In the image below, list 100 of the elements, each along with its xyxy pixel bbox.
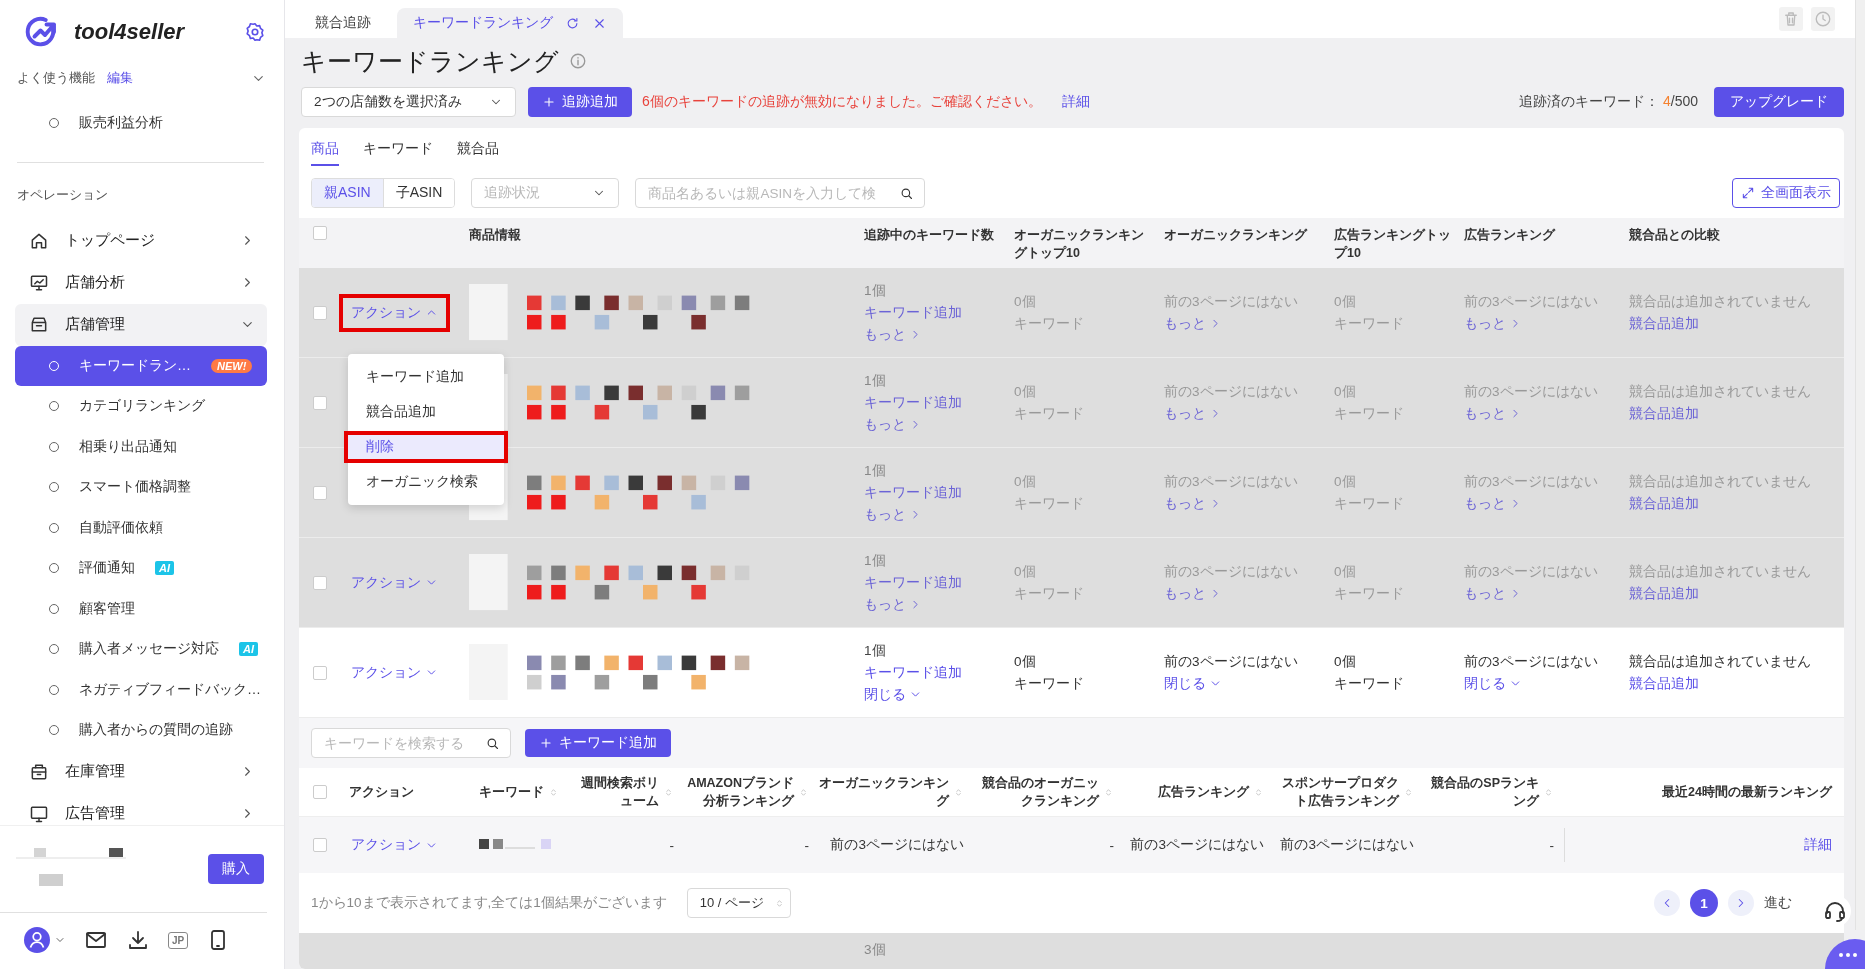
add-keyword-link[interactable]: キーワード追加 [864, 393, 962, 412]
checkbox[interactable] [313, 226, 327, 240]
checkbox[interactable] [313, 785, 327, 799]
clock-icon[interactable] [1811, 7, 1835, 31]
add-competitor-link[interactable]: 競合品追加 [1629, 404, 1699, 423]
detail-link[interactable]: 詳細 [1804, 836, 1832, 854]
toggle-link[interactable]: 閉じる [1464, 674, 1522, 693]
toggle-link[interactable]: もっと [1164, 314, 1222, 333]
sidebar-item[interactable]: 顧客管理 [15, 588, 267, 629]
chat-icon[interactable] [1825, 939, 1865, 969]
toggle-link[interactable]: 閉じる [864, 685, 922, 704]
search-field[interactable]: キーワードを検索する [311, 728, 511, 758]
tab[interactable]: 競合追跡 [299, 8, 387, 38]
sidebar-item[interactable]: キーワードラン… NEW! [15, 345, 267, 386]
ranking-count: 0個 [1014, 382, 1036, 401]
previous-page-button[interactable] [1654, 890, 1680, 916]
detail-link[interactable]: 詳細 [1061, 93, 1090, 111]
page-size-select[interactable]: 10 / ページ [686, 888, 791, 918]
toggle-link[interactable]: もっと [1164, 404, 1222, 423]
language-button[interactable]: JP [168, 931, 189, 949]
add-keyword-link[interactable]: キーワード追加 [864, 573, 962, 592]
tab[interactable]: 競合品 [457, 138, 499, 166]
sidebar-item[interactable]: 店舗分析 [15, 261, 267, 304]
toggle-link[interactable]: もっと [1464, 314, 1522, 333]
add-competitor-link[interactable]: 競合品追加 [1629, 674, 1699, 693]
toggle-option[interactable]: 子ASIN [382, 179, 455, 207]
sidebar-item[interactable]: 在庫管理 [15, 750, 267, 793]
column-header: 広告ランキング [1464, 226, 1555, 244]
menu-item[interactable]: 削除 [344, 430, 508, 463]
checkbox[interactable] [313, 485, 327, 500]
checkbox[interactable] [313, 838, 327, 852]
download-icon[interactable] [126, 928, 150, 952]
add-keyword-link[interactable]: キーワード追加 [864, 663, 962, 682]
sidebar-item[interactable]: 相乗り出品通知 [15, 426, 267, 467]
action-button[interactable]: アクション [339, 293, 450, 332]
sidebar-item[interactable]: 販売利益分析 [15, 103, 267, 144]
toggle-link[interactable]: もっと [864, 595, 922, 614]
next-page-button[interactable] [1728, 890, 1754, 916]
column-header: 競合品のオーガニックランキング [981, 774, 1099, 810]
scroll-bar[interactable] [1855, 0, 1865, 930]
upgrade-button[interactable]: アップグレード [1714, 87, 1844, 117]
toggle-link[interactable]: もっと [1164, 494, 1222, 513]
column-header: 最近24時間の最新ランキング [1662, 783, 1832, 801]
checkbox[interactable] [313, 575, 327, 590]
ranking-count: 0個 [1334, 562, 1356, 581]
ranking-count: 0個 [1334, 292, 1356, 311]
search-field[interactable]: 商品名あるいは親ASINを入力して検 [635, 178, 926, 208]
toggle-link[interactable]: もっと [864, 415, 922, 434]
toggle-link[interactable]: もっと [864, 325, 922, 344]
sidebar-item[interactable]: 自動評価依頼 [15, 507, 267, 548]
add-competitor-link[interactable]: 競合品追加 [1629, 494, 1699, 513]
sidebar-item[interactable]: 購入者メッセージ対応 AI [15, 629, 267, 670]
menu-item[interactable]: オーガニック検索 [344, 465, 508, 498]
column-header: オーガニックランキング [819, 774, 949, 810]
toggle-link[interactable]: もっと [1164, 584, 1222, 603]
sidebar-item[interactable]: カテゴリランキング [15, 386, 267, 427]
action-button[interactable]: アクション [339, 653, 450, 692]
sidebar-item[interactable]: 広告管理 [15, 792, 267, 825]
sidebar-item[interactable]: 店舗管理 [15, 303, 267, 346]
store-select[interactable]: 2つの店舗数を選択済み [301, 87, 516, 117]
ranking-count: 0個 [1334, 382, 1356, 401]
add-keyword-link[interactable]: キーワード追加 [864, 303, 962, 322]
checkbox[interactable] [313, 665, 327, 680]
refresh-icon[interactable] [565, 15, 580, 31]
toggle-option[interactable]: 親ASIN [312, 179, 383, 207]
add-competitor-link[interactable]: 競合品追加 [1629, 314, 1699, 333]
menu-item[interactable]: キーワード追加 [344, 360, 508, 393]
toggle-link[interactable]: もっと [864, 505, 922, 524]
competitor-status: 競合品は追加されていません [1629, 562, 1811, 581]
sidebar-item[interactable]: トップページ [15, 219, 267, 262]
toggle-link[interactable]: 閉じる [1164, 674, 1222, 693]
tab[interactable]: 商品 [311, 138, 339, 166]
toggle-link[interactable]: もっと [1464, 584, 1522, 603]
add-keyword-link[interactable]: キーワード追加 [864, 483, 962, 502]
sidebar-item[interactable]: ネガティブフィードバック… [15, 669, 267, 710]
tab[interactable]: キーワードランキング [397, 8, 623, 38]
keyword-count: 1個 [864, 641, 886, 660]
edit-link[interactable]: 編集 [107, 70, 239, 87]
menu-item[interactable]: 競合品追加 [344, 395, 508, 428]
checkbox[interactable] [313, 395, 327, 410]
trash-icon[interactable] [1779, 7, 1803, 31]
avatar-icon[interactable] [24, 927, 50, 953]
column-header: 広告ランキングトップ10 [1334, 226, 1452, 263]
add-keyword-button[interactable]: キーワード追加 [525, 729, 671, 757]
toggle-link[interactable]: もっと [1464, 404, 1522, 423]
sidebar-item[interactable]: スマート価格調整 [15, 467, 267, 508]
page-button[interactable]: 1 [1690, 889, 1718, 917]
add-tracking-button[interactable]: 追跡追加 [528, 87, 632, 117]
purchase-button[interactable]: 購入 [208, 854, 264, 884]
settings-icon[interactable] [244, 21, 266, 43]
sidebar-item[interactable]: 購入者からの質問の追跡 [15, 710, 267, 751]
checkbox[interactable] [313, 305, 327, 320]
tab[interactable]: キーワード [363, 138, 433, 166]
action-button[interactable]: アクション [339, 563, 450, 602]
action-button[interactable]: アクション [339, 826, 450, 864]
sidebar-item[interactable]: 評価通知 AI [15, 548, 267, 589]
fullscreen-button[interactable]: 全画面表示 [1732, 178, 1840, 208]
toggle-link[interactable]: もっと [1464, 494, 1522, 513]
column-header: スポンサープロダクト広告ランキング [1281, 774, 1399, 810]
add-competitor-link[interactable]: 競合品追加 [1629, 584, 1699, 603]
